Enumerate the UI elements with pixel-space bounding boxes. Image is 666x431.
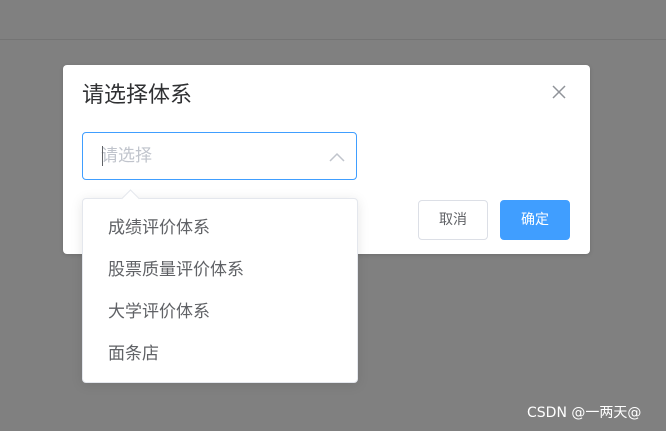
chevron-up-icon[interactable] xyxy=(328,149,346,163)
text-cursor xyxy=(102,146,103,166)
system-select[interactable] xyxy=(82,132,357,180)
confirm-button[interactable]: 确定 xyxy=(500,200,570,240)
cancel-button[interactable]: 取消 xyxy=(418,200,488,240)
select-input[interactable] xyxy=(101,133,321,179)
page-header-overlay xyxy=(0,0,666,40)
close-icon[interactable] xyxy=(550,83,568,101)
select-dropdown: 成绩评价体系 股票质量评价体系 大学评价体系 面条店 xyxy=(82,189,358,383)
option-item[interactable]: 大学评价体系 xyxy=(83,291,357,333)
watermark: CSDN @一两天@ xyxy=(527,405,642,421)
dialog-title: 请选择体系 xyxy=(82,83,193,108)
option-list: 成绩评价体系 股票质量评价体系 大学评价体系 面条店 xyxy=(83,199,357,375)
option-item[interactable]: 股票质量评价体系 xyxy=(83,249,357,291)
option-item[interactable]: 面条店 xyxy=(83,333,357,375)
option-item[interactable]: 成绩评价体系 xyxy=(83,207,357,249)
